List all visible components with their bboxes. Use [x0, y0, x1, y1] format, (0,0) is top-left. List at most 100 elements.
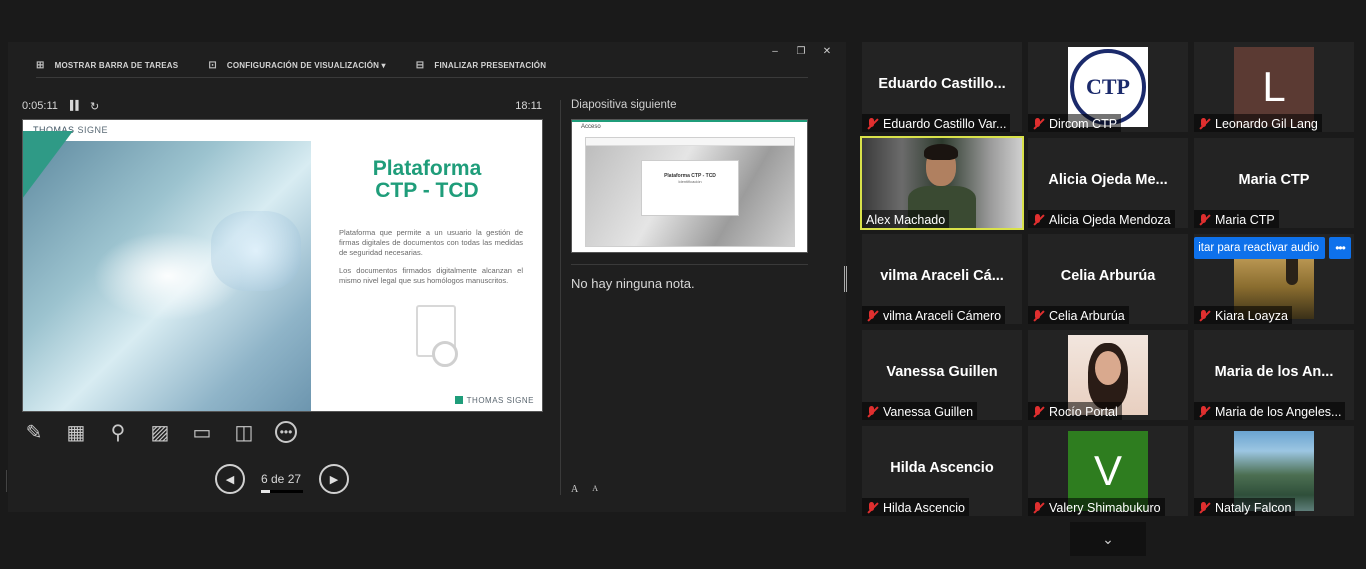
zoom-icon[interactable]: ⚲ — [106, 420, 130, 444]
muted-mic-icon — [1032, 405, 1044, 419]
slide-body: Plataforma que permite a un usuario la g… — [339, 228, 523, 286]
certificate-icon — [416, 305, 458, 367]
pane-resize-handle[interactable] — [844, 266, 847, 292]
edge-marker — [6, 470, 7, 492]
arrow-left-icon: ◀ — [225, 473, 235, 486]
muted-mic-icon — [1198, 213, 1210, 227]
participant-tile[interactable]: Rocío Portal — [1028, 330, 1188, 420]
end-presentation-icon: ⊟ — [415, 60, 425, 71]
video-hair — [924, 144, 958, 160]
muted-mic-icon — [866, 309, 878, 323]
slide-paragraph: Los documentos firmados digitalmente alc… — [339, 266, 523, 285]
previous-slide-button[interactable]: ◀ — [215, 464, 245, 494]
participant-tile[interactable]: Maria de los An... Maria de los Angeles.… — [1194, 330, 1354, 420]
slide-navigation: ◀ 6 de 27 ▶ — [215, 464, 349, 496]
pane-divider — [560, 100, 561, 495]
participant-tile[interactable]: Eduardo Castillo... Eduardo Castillo Var… — [862, 42, 1022, 132]
participant-more-button[interactable]: ••• — [1329, 237, 1351, 259]
browser-mock: Plataforma CTP - TCD Identificación — [585, 137, 795, 247]
end-presentation-label: FINALIZAR PRESENTACIÓN — [434, 61, 547, 70]
handshake-image — [23, 131, 311, 411]
participant-tile[interactable]: L Leonardo Gil Lang — [1194, 42, 1354, 132]
slides-grid-icon[interactable]: ▦ — [64, 420, 88, 444]
black-screen-icon[interactable]: ▨ — [148, 420, 172, 444]
slide-counter[interactable]: 6 de 27 — [261, 472, 301, 486]
participant-label: Rocío Portal — [1028, 402, 1122, 420]
end-presentation-button[interactable]: ⊟ FINALIZAR PRESENTACIÓN — [416, 60, 546, 71]
muted-mic-icon — [1198, 117, 1210, 131]
muted-mic-icon — [1032, 117, 1044, 131]
muted-mic-icon — [866, 117, 878, 131]
participant-tile[interactable]: Hilda Ascencio Hilda Ascencio — [862, 426, 1022, 516]
participant-name-large: Alicia Ojeda Me... — [1048, 172, 1168, 188]
participant-tile[interactable]: Nataly Falcon — [1194, 426, 1354, 516]
participant-label: Celia Arburúa — [1028, 306, 1129, 324]
participant-name-large: Vanessa Guillen — [886, 364, 998, 380]
participant-label: Eduardo Castillo Var... — [862, 114, 1011, 132]
timer-row: 0:05:11 ▌▌ ↻ 18:11 — [22, 100, 542, 114]
window-controls: – ❐ ✕ — [770, 46, 832, 57]
browser-bar — [586, 138, 794, 146]
participant-tile[interactable]: CTP Dircom CTP — [1028, 42, 1188, 132]
close-button[interactable]: ✕ — [822, 46, 832, 57]
chevron-down-icon: ⌄ — [1102, 530, 1114, 547]
network-graphic — [211, 211, 301, 291]
notes-separator — [571, 264, 808, 265]
show-taskbar-label: MOSTRAR BARRA DE TAREAS — [54, 61, 179, 70]
participant-tile[interactable]: vilma Araceli Cá... vilma Araceli Cámero — [862, 234, 1022, 324]
muted-mic-icon — [1198, 501, 1210, 515]
display-settings-label: CONFIGURACIÓN DE VISUALIZACIÓN ▾ — [226, 61, 386, 70]
participant-label: Dircom CTP — [1028, 114, 1122, 132]
muted-mic-icon — [866, 501, 878, 515]
login-card: Plataforma CTP - TCD Identificación — [641, 160, 739, 216]
more-options-button[interactable]: ••• — [274, 420, 298, 444]
participant-name-large: vilma Araceli Cá... — [880, 268, 1004, 284]
arrow-right-icon: ▶ — [329, 473, 339, 486]
participant-name-large: Hilda Ascencio — [890, 460, 994, 476]
participant-tile[interactable]: Vanessa Guillen Vanessa Guillen — [862, 330, 1022, 420]
restore-button[interactable]: ❐ — [796, 46, 806, 57]
pause-timer-button[interactable]: ▌▌ — [70, 100, 82, 110]
participant-tile-active-speaker[interactable]: Alex Machado — [860, 136, 1024, 230]
muted-mic-icon — [1198, 309, 1210, 323]
participant-label: Maria de los Angeles... — [1194, 402, 1346, 420]
speaker-notes[interactable]: No hay ninguna nota. — [571, 276, 695, 291]
muted-mic-icon — [866, 405, 878, 419]
current-slide[interactable]: THOMAS SIGNE Plataforma CTP - TCD Plataf… — [22, 119, 543, 412]
participant-tile[interactable]: Alicia Ojeda Me... Alicia Ojeda Mendoza — [1028, 138, 1188, 228]
muted-mic-icon — [1198, 405, 1210, 419]
participant-label: Maria CTP — [1194, 210, 1279, 228]
taskbar-icon: ⊞ — [36, 60, 45, 71]
participant-tile[interactable]: Celia Arburúa Celia Arburúa — [1028, 234, 1188, 324]
next-slide-button[interactable]: ▶ — [319, 464, 349, 494]
participant-label: Hilda Ascencio — [862, 498, 969, 516]
unmute-audio-button[interactable]: itar para reactivar audio — [1194, 237, 1325, 259]
camera-off-icon[interactable]: ◫ — [232, 420, 256, 444]
minimize-button[interactable]: – — [770, 46, 780, 57]
slide-progress — [261, 490, 303, 493]
slide-progress-fill — [261, 490, 271, 493]
show-taskbar-button[interactable]: ⊞ MOSTRAR BARRA DE TAREAS — [36, 60, 178, 71]
participant-tile[interactable]: Maria CTP Maria CTP — [1194, 138, 1354, 228]
more-options-icon: ••• — [275, 421, 297, 443]
participant-label: vilma Araceli Cámero — [862, 306, 1006, 324]
participant-tile[interactable]: V Valery Shimabukuro — [1028, 426, 1188, 516]
muted-mic-icon — [1032, 309, 1044, 323]
subtitles-icon[interactable]: ▭ — [190, 420, 214, 444]
decrease-font-button[interactable]: A — [592, 484, 598, 495]
next-slide-preview[interactable]: Acceso Plataforma CTP - TCD Identificaci… — [571, 119, 808, 253]
teal-wedge — [23, 131, 73, 251]
participant-label: Vanessa Guillen — [862, 402, 978, 420]
presenter-toolbar: ⊞ MOSTRAR BARRA DE TAREAS ⊡ CONFIGURACIÓ… — [36, 58, 808, 78]
slide-title: Plataforma CTP - TCD — [372, 157, 482, 202]
clock: 18:11 — [515, 100, 542, 112]
next-slide-header: Acceso — [581, 124, 601, 130]
participant-label: Nataly Falcon — [1194, 498, 1296, 516]
reset-timer-button[interactable]: ↻ — [90, 100, 99, 113]
display-settings-button[interactable]: ⊡ CONFIGURACIÓN DE VISUALIZACIÓN ▾ — [208, 60, 385, 71]
pen-icon[interactable]: ✎ — [22, 420, 46, 444]
notes-font-controls: A A — [571, 484, 598, 495]
display-settings-icon: ⊡ — [208, 60, 217, 71]
gallery-next-page-button[interactable]: ⌄ — [1070, 522, 1146, 556]
increase-font-button[interactable]: A — [571, 484, 578, 495]
